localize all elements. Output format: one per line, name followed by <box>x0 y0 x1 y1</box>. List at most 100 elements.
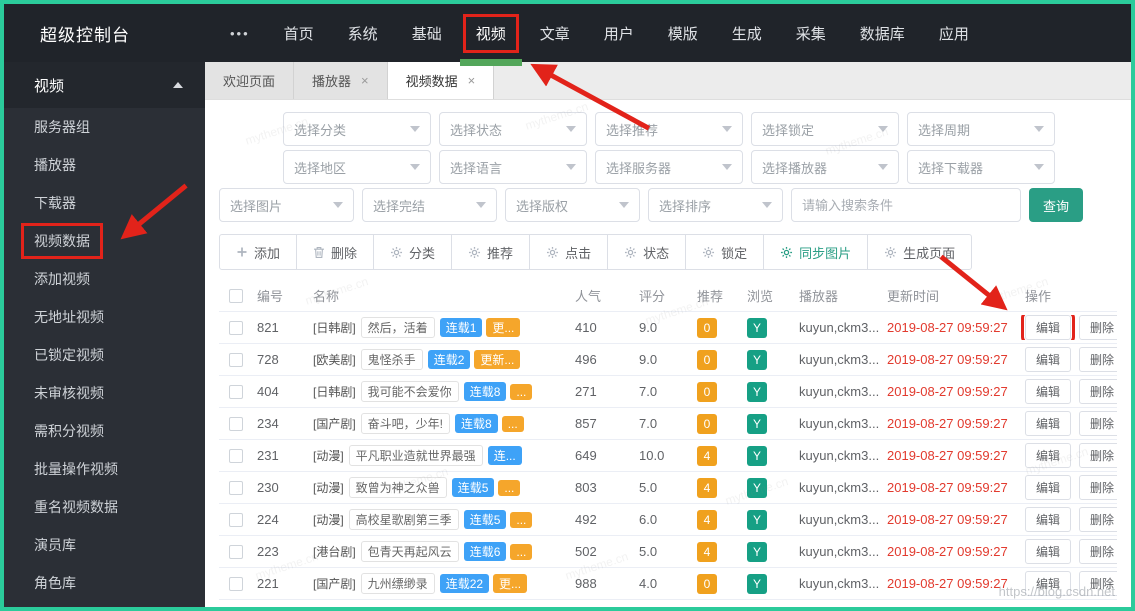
sidebar-item-label: 播放器 <box>34 157 76 173</box>
toolbar-button-sync-images[interactable]: 同步图片 <box>763 234 869 270</box>
nav-item-system[interactable]: 系统 <box>338 17 388 50</box>
toolbar-button-recommend[interactable]: 推荐 <box>451 234 531 270</box>
serial-badge: 连... <box>487 446 522 465</box>
toolbar-button-classify[interactable]: 分类 <box>373 234 453 270</box>
nav-item-database[interactable]: 数据库 <box>850 17 915 50</box>
sidebar-item-label: 演员库 <box>34 537 76 553</box>
nav-item-generate[interactable]: 生成 <box>722 17 772 50</box>
delete-button[interactable]: 删除 <box>1079 539 1117 564</box>
row-checkbox[interactable] <box>229 576 243 591</box>
sidebar-item-role-library[interactable]: 角色库 <box>4 564 205 602</box>
nav-item-application[interactable]: 应用 <box>929 17 979 50</box>
table-row: 221 [国产剧] 九州缥缈录 连载22 更... 988 4.0 0 Ykuyun,ckm3.… <box>219 568 1117 600</box>
recommend-badge: 0 <box>697 381 717 402</box>
edit-button[interactable]: 编辑 <box>1025 443 1072 468</box>
query-button[interactable]: 查询 <box>1029 188 1083 222</box>
tab-player[interactable]: 播放器 × <box>294 62 388 99</box>
delete-button[interactable]: 删除 <box>1079 571 1117 596</box>
row-checkbox[interactable] <box>229 320 243 335</box>
sidebar-item-downloader[interactable]: 下载器 <box>4 184 205 222</box>
toolbar-button-lock[interactable]: 锁定 <box>685 234 765 270</box>
delete-button[interactable]: 删除 <box>1079 347 1117 372</box>
sidebar-item-actor-library[interactable]: 演员库 <box>4 526 205 564</box>
toolbar-button-generate-pages[interactable]: 生成页面 <box>867 234 973 270</box>
row-checkbox[interactable] <box>229 352 243 367</box>
row-checkbox[interactable] <box>229 544 243 559</box>
filter-select-image[interactable]: 选择图片 <box>219 188 354 222</box>
filter-select-recommend[interactable]: 选择推荐 <box>595 112 743 146</box>
tab-video-data[interactable]: 视频数据 × <box>387 62 495 99</box>
nav-item-user[interactable]: 用户 <box>594 17 644 50</box>
sidebar-item-video-data[interactable]: 视频数据 <box>4 222 205 260</box>
edit-button[interactable]: 编辑 <box>1021 315 1076 340</box>
nav-item-article[interactable]: 文章 <box>530 17 580 50</box>
sidebar-item-player[interactable]: 播放器 <box>4 146 205 184</box>
sidebar-item-unreviewed-video[interactable]: 未审核视频 <box>4 374 205 412</box>
filter-select-status[interactable]: 选择状态 <box>439 112 587 146</box>
nav-item-template[interactable]: 模版 <box>658 17 708 50</box>
edit-button[interactable]: 编辑 <box>1025 475 1072 500</box>
sidebar-item-duplicate-video-data[interactable]: 重名视频数据 <box>4 488 205 526</box>
nav-item-home[interactable]: 首页 <box>274 17 324 50</box>
filter-select-sort[interactable]: 选择排序 <box>648 188 783 222</box>
filter-select-language[interactable]: 选择语言 <box>439 150 587 184</box>
delete-button[interactable]: 删除 <box>1079 443 1117 468</box>
sidebar-item-batch-operate-video[interactable]: 批量操作视频 <box>4 450 205 488</box>
edit-button[interactable]: 编辑 <box>1025 507 1072 532</box>
filter-select-copyright[interactable]: 选择版权 <box>505 188 640 222</box>
nav-item-video[interactable]: 视频 <box>459 13 522 66</box>
row-checkbox[interactable] <box>229 416 243 431</box>
toolbar-button-status[interactable]: 状态 <box>607 234 687 270</box>
serial-badge: 连载1 <box>439 318 483 337</box>
tab-welcome[interactable]: 欢迎页面 <box>205 62 295 99</box>
delete-button[interactable]: 删除 <box>1079 475 1117 500</box>
nav-more-dots[interactable]: ••• <box>220 20 260 47</box>
cell-id: 221 <box>257 576 279 591</box>
edit-button[interactable]: 编辑 <box>1025 347 1072 372</box>
sidebar-group-video[interactable]: 视频 <box>4 62 205 108</box>
delete-button[interactable]: 删除 <box>1079 507 1117 532</box>
edit-button[interactable]: 编辑 <box>1025 571 1072 596</box>
filter-select-finished[interactable]: 选择完结 <box>362 188 497 222</box>
app-title: 超级控制台 <box>40 25 130 45</box>
table-row: 404 [日韩剧] 我可能不会爱你 连载8... 271 7.0 0 Ykuyun,ckm3.… <box>219 376 1117 408</box>
filter-select-downloader[interactable]: 选择下载器 <box>907 150 1055 184</box>
toolbar-button-click[interactable]: 点击 <box>529 234 609 270</box>
row-checkbox[interactable] <box>229 448 243 463</box>
edit-button[interactable]: 编辑 <box>1025 411 1072 436</box>
close-icon[interactable]: × <box>361 73 369 88</box>
edit-button[interactable]: 编辑 <box>1025 379 1072 404</box>
filter-select-lock[interactable]: 选择锁定 <box>751 112 899 146</box>
select-all-checkbox[interactable] <box>229 288 243 303</box>
nav-item-basic[interactable]: 基础 <box>402 17 452 50</box>
sidebar-item-points-video[interactable]: 需积分视频 <box>4 412 205 450</box>
sidebar-item-server-group[interactable]: 服务器组 <box>4 108 205 146</box>
delete-button[interactable]: 删除 <box>1079 411 1117 436</box>
row-checkbox[interactable] <box>229 512 243 527</box>
nav-item-collect[interactable]: 采集 <box>786 17 836 50</box>
filter-select-player[interactable]: 选择播放器 <box>751 150 899 184</box>
select-label: 选择图片 <box>230 198 283 214</box>
sidebar-item-locked-video[interactable]: 已锁定视频 <box>4 336 205 374</box>
cell-popularity: 803 <box>575 480 597 495</box>
edit-button[interactable]: 编辑 <box>1025 539 1072 564</box>
filter-select-region[interactable]: 选择地区 <box>283 150 431 184</box>
filter-select-category[interactable]: 选择分类 <box>283 112 431 146</box>
filter-select-period[interactable]: 选择周期 <box>907 112 1055 146</box>
delete-button[interactable]: 删除 <box>1079 315 1117 340</box>
row-checkbox[interactable] <box>229 480 243 495</box>
toolbar-button-add[interactable]: 添加 <box>219 234 298 270</box>
delete-button[interactable]: 删除 <box>1079 379 1117 404</box>
filter-select-server[interactable]: 选择服务器 <box>595 150 743 184</box>
search-input[interactable] <box>791 188 1021 222</box>
close-icon[interactable]: × <box>468 73 476 88</box>
table-body: 821 [日韩剧] 然后，活着 连载1 更... 410 9.0 0 Ykuyun,ckm3..… <box>219 312 1117 600</box>
cell-name: [国产剧] 九州缥缈录 连载22 更... <box>309 573 571 594</box>
sidebar-item-add-video[interactable]: 添加视频 <box>4 260 205 298</box>
row-checkbox[interactable] <box>229 384 243 399</box>
select-label: 选择状态 <box>450 122 503 138</box>
cell-id: 234 <box>257 416 279 431</box>
tab-label: 视频数据 <box>405 74 458 89</box>
sidebar-item-no-address-video[interactable]: 无地址视频 <box>4 298 205 336</box>
toolbar-button-delete[interactable]: 删除 <box>296 234 375 270</box>
